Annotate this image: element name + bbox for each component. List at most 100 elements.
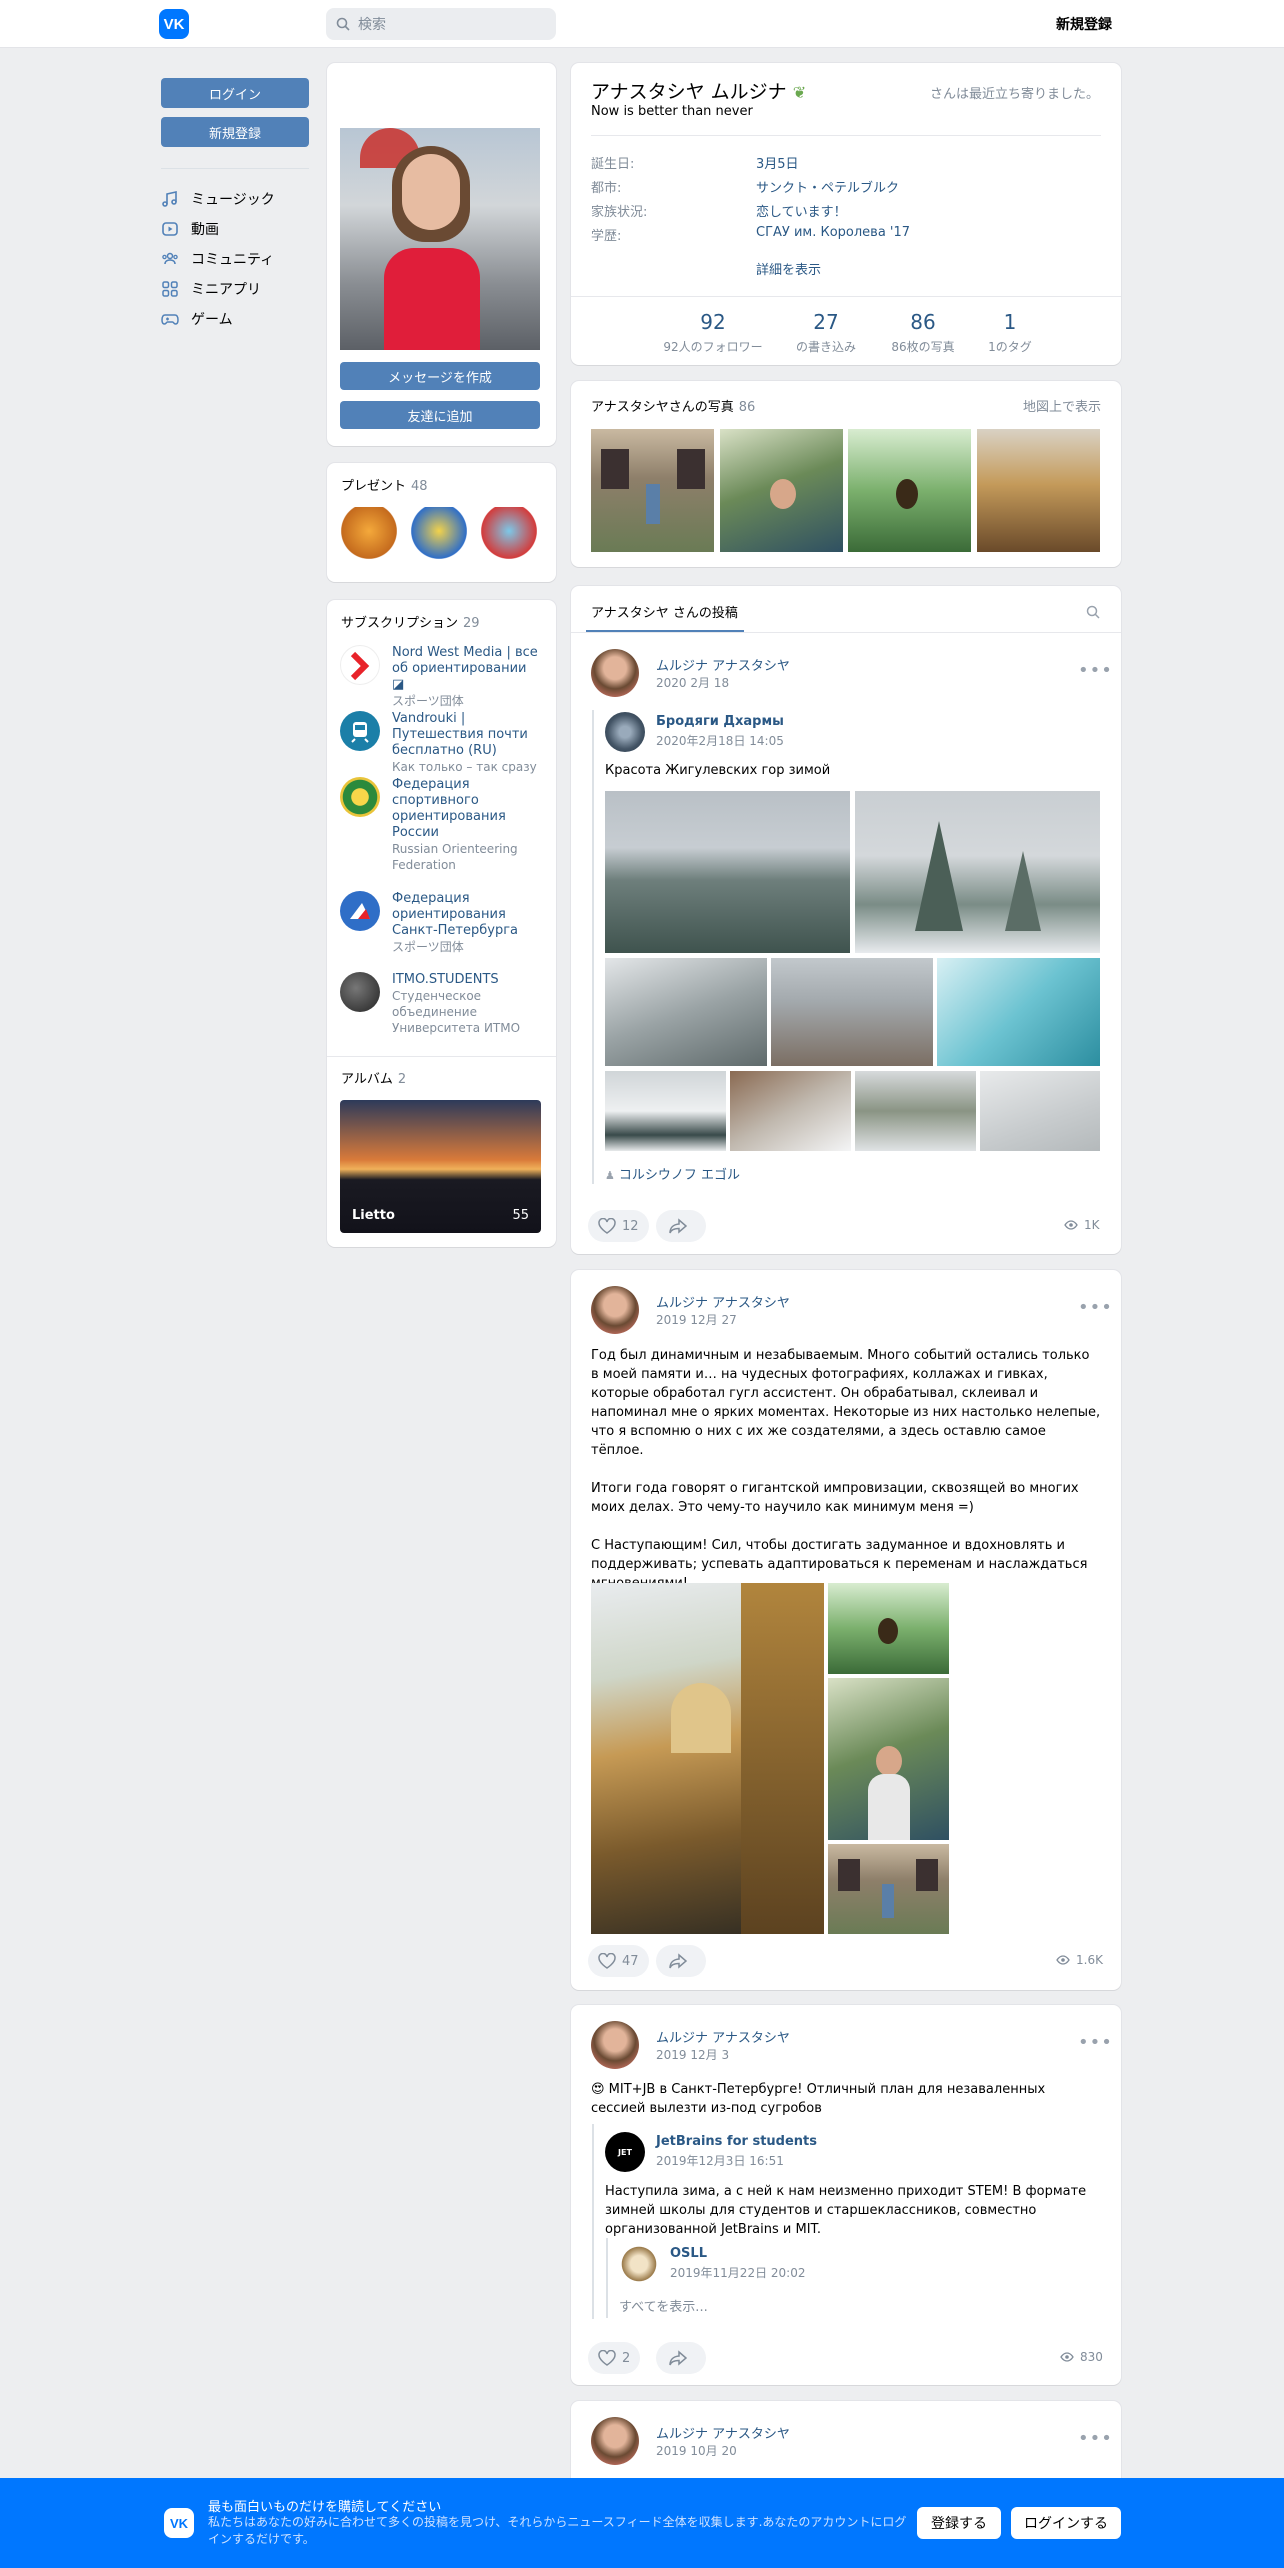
post-author[interactable]: ムルジナ アナスタシヤ	[656, 1292, 790, 1311]
album-thumbnail[interactable]: Lietto 55	[340, 1100, 541, 1233]
inner-repost-avatar[interactable]	[619, 2244, 659, 2284]
post-photo[interactable]	[730, 1071, 851, 1151]
show-more-link[interactable]: 詳細を表示	[756, 259, 821, 278]
post-photo[interactable]	[855, 791, 1100, 953]
counter-tags[interactable]: 1 1のタグ	[960, 310, 1060, 355]
menu-label: 動画	[191, 222, 219, 238]
like-button[interactable]: 12	[588, 1210, 649, 1242]
repost-avatar[interactable]	[605, 712, 645, 752]
post-author[interactable]: ムルジナ アナスタシヤ	[656, 655, 790, 674]
post-photo[interactable]	[605, 958, 767, 1066]
like-button[interactable]: 47	[588, 1945, 649, 1977]
post-date[interactable]: 2019 12月 3	[656, 2046, 729, 2063]
more-options-icon[interactable]: •••	[1078, 2032, 1113, 2053]
eye-icon	[1056, 1955, 1070, 1965]
send-message-button[interactable]: メッセージを作成	[340, 362, 540, 390]
post-signer[interactable]: ♟ コルシウノフ エゴル	[605, 1164, 740, 1183]
user-icon: ♟	[605, 1169, 615, 1182]
menu-item-apps[interactable]: ミニアプリ	[161, 274, 261, 304]
gift-item[interactable]	[411, 507, 467, 567]
subscription-name[interactable]: Федерация ориентирования Санкт-Петербург…	[392, 891, 518, 938]
post-photo[interactable]	[828, 1583, 949, 1674]
albums-title[interactable]: アルバム 2	[341, 1068, 406, 1087]
menu-item-music[interactable]: ミュージック	[161, 184, 275, 214]
register-button[interactable]: 新規登録	[161, 117, 309, 147]
post-photo[interactable]	[980, 1071, 1100, 1151]
repost-avatar[interactable]: JET	[605, 2132, 645, 2172]
post-date[interactable]: 2019 12月 27	[656, 1311, 737, 1328]
post-date[interactable]: 2019 10月 20	[656, 2442, 737, 2459]
profile-photo[interactable]	[340, 128, 540, 350]
photo-thumbnail[interactable]	[977, 429, 1100, 552]
photo-thumbnail[interactable]	[720, 429, 843, 552]
author-avatar[interactable]	[591, 2021, 639, 2069]
counter-posts[interactable]: 27 の書き込み	[776, 310, 876, 355]
section-divider	[327, 1056, 556, 1057]
photo-thumbnail[interactable]	[848, 429, 971, 552]
post-photo[interactable]	[828, 1844, 949, 1934]
post-photo[interactable]	[855, 1071, 976, 1151]
subscription-name[interactable]: Nord West Media | все об ориентировании …	[392, 645, 538, 692]
vk-logo[interactable]: VK	[159, 9, 189, 39]
gift-item[interactable]	[481, 507, 537, 567]
menu-label: ミニアプリ	[191, 282, 261, 298]
counter-followers[interactable]: 92 92人のフォロワー	[648, 310, 778, 355]
inner-repost-author[interactable]: OSLL	[670, 2246, 707, 2261]
author-avatar[interactable]	[591, 1286, 639, 1334]
gifts-title[interactable]: プレゼント 48	[341, 475, 428, 494]
profile-name: アナスタシヤ ムルジナ ❦	[591, 81, 807, 103]
post-author[interactable]: ムルジナ アナスタシヤ	[656, 2027, 790, 2046]
share-icon	[669, 1953, 687, 1969]
more-options-icon[interactable]: •••	[1078, 1297, 1113, 1318]
menu-item-games[interactable]: ゲーム	[161, 304, 233, 334]
post-photo[interactable]	[591, 1583, 824, 1934]
post-photo[interactable]	[605, 1071, 726, 1151]
menu-item-video[interactable]: 動画	[161, 214, 219, 244]
like-button[interactable]: 2	[588, 2342, 641, 2374]
subscription-name[interactable]: Vandrouki | Путешествия почти бесплатно …	[392, 711, 528, 758]
share-button[interactable]	[656, 1210, 706, 1242]
add-friend-button[interactable]: 友達に追加	[340, 401, 540, 429]
post-photo[interactable]	[937, 958, 1100, 1066]
menu-item-community[interactable]: コミュニティ	[161, 244, 274, 274]
share-button[interactable]	[656, 2342, 706, 2374]
info-birthday[interactable]: 3月5日	[756, 153, 799, 172]
author-avatar[interactable]	[591, 649, 639, 697]
subscription-name[interactable]: ITMO.STUDENTS	[392, 972, 499, 987]
profile-status: Now is better than never	[591, 104, 753, 119]
post-photo[interactable]	[605, 791, 850, 953]
repost-border	[592, 2124, 594, 2319]
search-icon[interactable]	[1086, 605, 1100, 619]
photos-title[interactable]: アナスタシヤさんの写真 86	[591, 396, 755, 415]
post-author[interactable]: ムルジナ アナスタシヤ	[656, 2423, 790, 2442]
photo-thumbnail[interactable]	[591, 429, 714, 552]
more-options-icon[interactable]: •••	[1078, 660, 1113, 681]
share-button[interactable]	[656, 1945, 706, 1977]
post-photo[interactable]	[828, 1678, 949, 1840]
repost-author[interactable]: JetBrains for students	[656, 2134, 817, 2149]
login-button[interactable]: ログイン	[161, 78, 309, 108]
info-relationship[interactable]: 恋しています！	[756, 201, 847, 220]
info-education[interactable]: СГАУ им. Королева '17	[756, 225, 910, 240]
post-photo[interactable]	[771, 958, 933, 1066]
banner-login-button[interactable]: ログインする	[1011, 2507, 1121, 2539]
more-options-icon[interactable]: •••	[1078, 2428, 1113, 2449]
post-date[interactable]: 2020 2月 18	[656, 674, 729, 691]
author-avatar[interactable]	[591, 2417, 639, 2465]
repost-date[interactable]: 2019年12月3日 16:51	[656, 2152, 784, 2169]
counter-photos[interactable]: 86 86枚の写真	[873, 310, 973, 355]
inner-repost-date[interactable]: 2019年11月22日 20:02	[670, 2264, 805, 2281]
subscriptions-title[interactable]: サブスクリプション 29	[341, 612, 480, 631]
search-input[interactable]: 検索	[326, 8, 556, 40]
gift-item[interactable]	[341, 507, 397, 567]
repost-date[interactable]: 2020年2月18日 14:05	[656, 732, 784, 749]
info-city[interactable]: サンクト・ペテルブルク	[756, 177, 899, 196]
subscription-name[interactable]: Федерация спортивного ориентирования Рос…	[392, 777, 506, 840]
repost-author[interactable]: Бродяги Дхармы	[656, 714, 784, 729]
header-register-link[interactable]: 新規登録	[1056, 14, 1112, 34]
tab-wall-posts[interactable]: アナスタシヤ さんの投稿	[591, 602, 738, 621]
map-link[interactable]: 地図上で表示	[1023, 396, 1101, 415]
banner-register-button[interactable]: 登録する	[917, 2507, 1001, 2539]
subscription-desc: Студенческое объединение Университета ИТ…	[392, 989, 521, 1035]
show-all-link[interactable]: すべてを表示...	[619, 2296, 708, 2315]
